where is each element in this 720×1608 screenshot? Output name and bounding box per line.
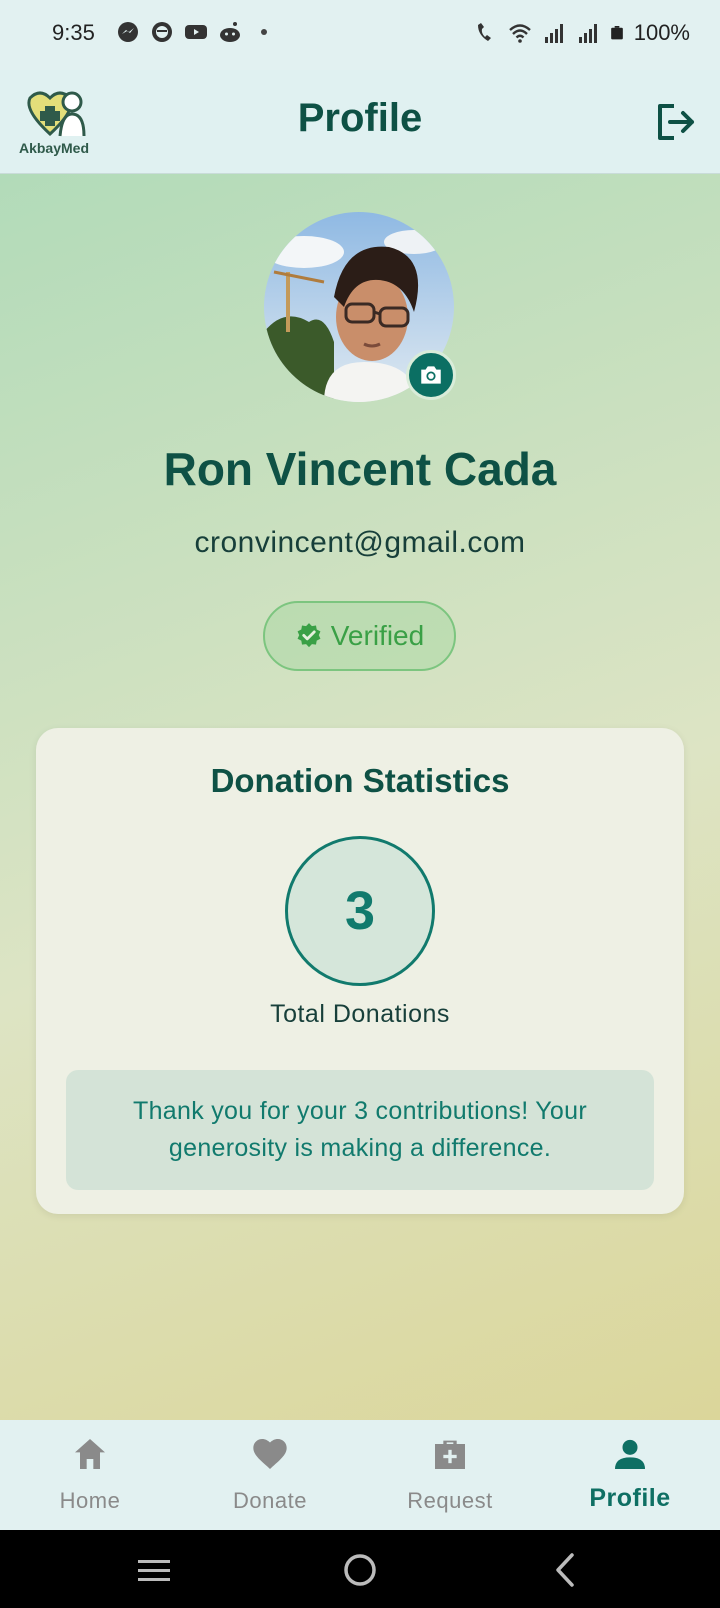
nav-label-profile: Profile [589,1484,671,1512]
signal-icon [544,24,563,43]
reddit-icon [220,22,240,42]
nav-item-profile[interactable]: Profile [540,1420,720,1530]
battery-icon [610,26,623,40]
wifi-icon [508,24,531,43]
system-nav-bar [0,1530,720,1608]
stats-title: Donation Statistics [210,762,510,799]
status-time: 9:35 [52,20,95,45]
medical-kit-icon [435,1440,465,1469]
battery-level: 100% [633,20,690,45]
status-bar: 9:35 100% [0,0,720,70]
total-donations-value: 3 [344,881,376,941]
nav-label-donate: Donate [233,1488,307,1513]
nav-item-home[interactable]: Home [0,1420,180,1530]
app-notification-icon [152,22,172,42]
total-donations-label: Total Donations [270,1000,450,1028]
notification-icons [116,20,276,44]
recent-apps-icon[interactable] [134,1550,174,1590]
nav-item-request[interactable]: Request [360,1420,540,1530]
nav-item-donate[interactable]: Donate [180,1420,360,1530]
home-system-icon[interactable] [340,1550,380,1590]
logo-text: AkbayMed [18,140,90,156]
thanks-message-box: Thank you for your 3 contributions! Your… [66,1070,654,1190]
person-icon [615,1439,645,1469]
signal-icon-2 [578,24,597,43]
more-notifications-icon [261,29,267,35]
back-icon[interactable] [546,1550,586,1590]
system-status-icons: 100% [474,20,690,46]
avatar-section [264,212,456,402]
thanks-message: Thank you for your 3 contributions! Your… [133,1097,587,1162]
home-icon [75,1439,105,1469]
verified-label: Verified [330,620,425,651]
wifi-calling-icon [477,23,491,41]
user-name: Ron Vincent Cada [163,443,557,495]
donation-stats-card: Donation Statistics 3 Total Donations Th… [36,728,684,1214]
nav-label-home: Home [59,1488,121,1513]
verified-badge: Verified [263,601,456,671]
app-bar: AkbayMed Profile [0,70,720,174]
youtube-icon [185,25,207,39]
profile-content: Ron Vincent Cada cronvincent@gmail.com V… [0,174,720,1420]
camera-icon [421,366,441,384]
verified-check-icon [297,623,321,648]
user-email: cronvincent@gmail.com [194,526,526,559]
logout-button[interactable] [652,98,700,146]
total-donations-circle: 3 [285,836,435,986]
messenger-icon [118,22,138,42]
change-photo-button[interactable] [406,350,456,400]
bottom-nav: Home Donate Request Profile [0,1420,720,1530]
page-title: Profile [297,96,423,140]
nav-label-request: Request [407,1488,493,1513]
heart-icon [253,1439,287,1469]
